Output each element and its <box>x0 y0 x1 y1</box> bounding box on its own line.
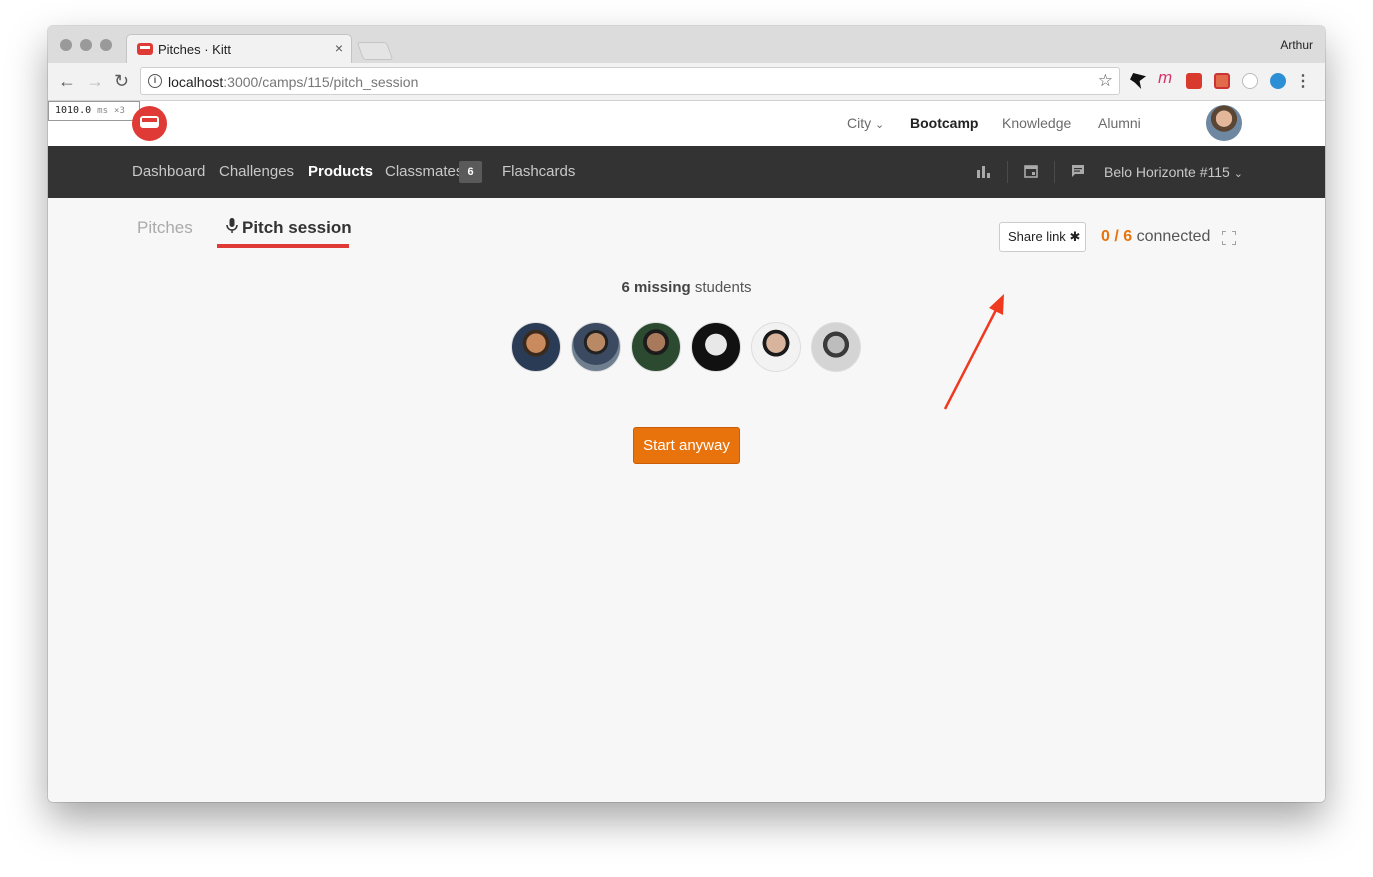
missing-count: 6 missing <box>621 279 691 296</box>
annotation-arrow-head <box>989 294 1004 315</box>
perf-unit: ms <box>97 106 108 116</box>
perf-multiplier: ×3 <box>114 106 125 116</box>
connected-count: 0 / 6 <box>1101 228 1133 245</box>
fullscreen-icon[interactable] <box>1222 231 1236 245</box>
main-navbar: Dashboard Challenges Products Classmates… <box>48 146 1325 198</box>
chat-icon[interactable] <box>1070 163 1086 179</box>
url-text: localhost:3000/camps/115/pitch_session <box>168 74 418 90</box>
microphone-icon <box>226 218 238 233</box>
tab-pitch-session-label: Pitch session <box>242 218 352 237</box>
tab-pitch-session[interactable]: Pitch session <box>226 218 352 238</box>
tab-strip: Pitches · Kitt × Arthur <box>48 26 1325 64</box>
tab-title: Pitches · Kitt <box>158 42 231 57</box>
extension-dots-icon[interactable] <box>1186 73 1202 89</box>
extension-m-icon[interactable]: m <box>1158 68 1174 87</box>
student-avatar[interactable] <box>751 322 801 372</box>
extension-circle-icon[interactable] <box>1242 73 1258 89</box>
perf-overlay: 1010.0 ms ×3 <box>48 101 140 121</box>
nav-flashcards[interactable]: Flashcards <box>502 163 575 180</box>
nav-city-dropdown[interactable]: City ⌄ <box>847 115 884 131</box>
connection-status: 0 / 6 connected <box>1101 228 1210 246</box>
student-avatar[interactable] <box>511 322 561 372</box>
nav-knowledge[interactable]: Knowledge <box>1002 115 1071 131</box>
address-bar[interactable]: i localhost:3000/camps/115/pitch_session… <box>140 67 1120 95</box>
zoom-window-button[interactable] <box>100 39 112 51</box>
browser-menu-icon[interactable]: ⋮ <box>1295 71 1311 91</box>
top-navbar: 1010.0 ms ×3 City ⌄ Bootcamp Knowledge A… <box>48 101 1325 146</box>
forward-arrow-icon[interactable]: → <box>86 71 104 92</box>
new-tab-button[interactable] <box>356 42 394 60</box>
browser-tab[interactable]: Pitches · Kitt × <box>126 34 352 64</box>
page: 1010.0 ms ×3 City ⌄ Bootcamp Knowledge A… <box>48 101 1325 802</box>
active-tab-underline <box>217 244 349 248</box>
url-path: :3000/camps/115/pitch_session <box>223 74 419 90</box>
nav-products[interactable]: Products <box>308 163 373 180</box>
close-tab-icon[interactable]: × <box>335 40 343 56</box>
missing-students-text: 6 missing students <box>48 279 1325 296</box>
student-avatar[interactable] <box>571 322 621 372</box>
url-host: localhost <box>168 74 224 90</box>
divider <box>1007 161 1008 183</box>
classmates-count-badge: 6 <box>459 161 482 183</box>
tab-pitches[interactable]: Pitches <box>137 218 193 238</box>
student-avatar[interactable] <box>691 322 741 372</box>
profile-name[interactable]: Arthur <box>1280 38 1313 52</box>
reload-icon[interactable]: ↻ <box>114 71 129 92</box>
minimize-window-button[interactable] <box>80 39 92 51</box>
bar-chart-icon[interactable] <box>975 163 991 179</box>
nav-classmates[interactable]: Classmates <box>385 163 463 180</box>
extension-horse-icon[interactable] <box>1130 73 1146 89</box>
nav-alumni[interactable]: Alumni <box>1098 115 1141 131</box>
student-avatar[interactable] <box>811 322 861 372</box>
camp-selector[interactable]: Belo Horizonte #115 ⌄ <box>1104 164 1243 180</box>
nav-city-label: City <box>847 115 872 131</box>
calendar-icon[interactable] <box>1023 163 1039 179</box>
chevron-down-icon: ⌄ <box>875 119 885 131</box>
share-link-label: Share link <box>1008 229 1066 244</box>
nav-challenges[interactable]: Challenges <box>219 163 294 180</box>
divider <box>1054 161 1055 183</box>
gear-icon: ✱ <box>1069 229 1081 244</box>
extension-blue-icon[interactable] <box>1270 73 1286 89</box>
share-link-button[interactable]: Share link ✱ <box>999 222 1086 252</box>
missing-suffix: students <box>694 279 752 296</box>
browser-window: Pitches · Kitt × Arthur ← → ↻ i localhos… <box>48 26 1325 802</box>
back-arrow-icon[interactable]: ← <box>58 71 76 92</box>
start-anyway-button[interactable]: Start anyway <box>633 427 740 464</box>
student-avatar[interactable] <box>631 322 681 372</box>
camp-name: Belo Horizonte #115 <box>1104 164 1230 180</box>
user-avatar[interactable] <box>1206 105 1242 141</box>
connected-label: connected <box>1136 228 1211 245</box>
browser-toolbar: ← → ↻ i localhost:3000/camps/115/pitch_s… <box>48 63 1325 101</box>
nav-bootcamp[interactable]: Bootcamp <box>910 115 978 131</box>
extension-bug-icon[interactable] <box>1214 73 1230 89</box>
chevron-down-icon: ⌄ <box>1233 168 1243 180</box>
bus-logo-icon[interactable] <box>132 106 167 141</box>
bookmark-star-icon[interactable]: ☆ <box>1098 71 1113 91</box>
bus-favicon-icon <box>137 43 153 55</box>
close-window-button[interactable] <box>60 39 72 51</box>
annotation-arrow-line <box>943 307 999 410</box>
nav-dashboard[interactable]: Dashboard <box>132 163 205 180</box>
perf-value: 1010.0 <box>55 105 92 116</box>
info-icon[interactable]: i <box>148 74 162 88</box>
